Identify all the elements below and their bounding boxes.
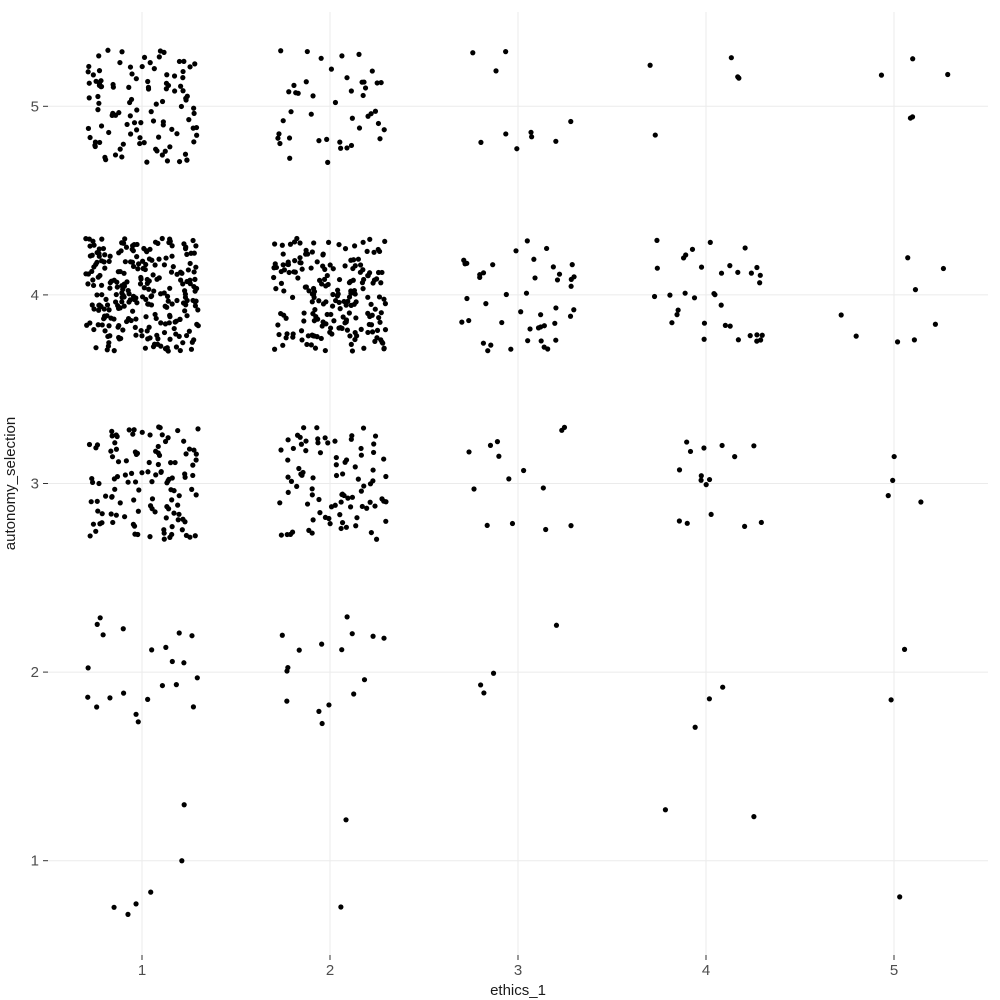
y-tick-label: 3	[31, 476, 39, 493]
y-tick-label: 2	[31, 664, 39, 681]
y-tick-label: 5	[31, 98, 39, 115]
x-tick-label: 3	[514, 962, 522, 979]
y-axis-title: autonomy_selection	[2, 417, 19, 550]
y-tick-label: 4	[31, 287, 39, 304]
scatter-chart: 1 2 3 4 5 1 2 3 4 5 ethics_1 autonomy_selection	[0, 0, 1000, 1000]
chart-svg: 1 2 3 4 5 1 2 3 4 5 ethics_1 autonomy_selection	[0, 0, 1000, 1000]
x-tick-label: 1	[138, 962, 146, 979]
x-tick-label: 4	[702, 962, 710, 979]
x-axis-title: ethics_1	[490, 982, 546, 999]
y-tick-label: 1	[31, 853, 39, 870]
x-tick-label: 2	[326, 962, 334, 979]
x-tick-label: 5	[890, 962, 898, 979]
